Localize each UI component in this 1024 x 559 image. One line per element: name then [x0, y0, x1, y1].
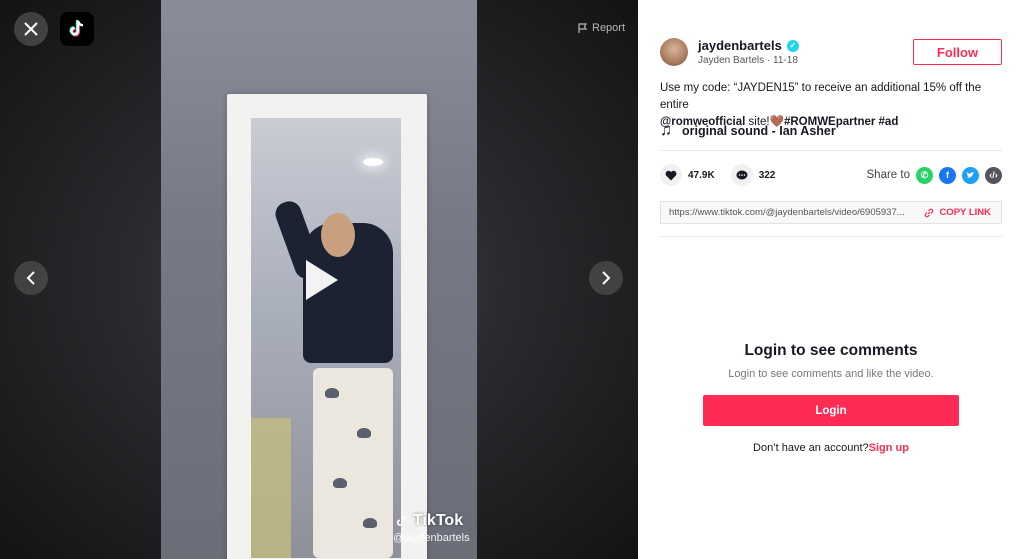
video-player[interactable]: TikTok @jaydenbartels: [161, 0, 477, 559]
description-text: Use my code: “JAYDEN15” to receive an ad…: [660, 82, 982, 111]
whatsapp-icon[interactable]: ✆: [916, 166, 933, 184]
divider: [660, 236, 1002, 237]
no-account-text: Don’t have an account?: [753, 442, 869, 454]
signup-link[interactable]: Sign up: [869, 442, 909, 454]
divider: [660, 150, 1002, 151]
share-link-url[interactable]: https://www.tiktok.com/@jaydenbartels/vi…: [661, 207, 914, 218]
chevron-left-icon: [26, 271, 35, 285]
link-icon: [925, 208, 934, 217]
watermark-logo: TikTok: [393, 512, 470, 530]
share-label: Share to: [866, 169, 910, 181]
author-row: jaydenbartels ✓ Jayden Bartels · 11-18 F…: [660, 38, 1002, 66]
report-label: Report: [592, 22, 626, 34]
video-frame-mirror: [227, 94, 427, 559]
tiktok-watermark: TikTok @jaydenbartels: [393, 512, 470, 544]
like-count: 47.9K: [688, 169, 715, 181]
twitter-icon[interactable]: [962, 166, 979, 184]
share-group: Share to ✆ f ‹/›: [866, 166, 1002, 184]
flag-icon: [578, 22, 588, 33]
video-frame-lamp: [363, 158, 383, 166]
watermark-brand: TikTok: [413, 512, 464, 529]
login-subtitle: Login to see comments and like the video…: [728, 368, 934, 380]
login-button[interactable]: Login: [703, 395, 959, 426]
report-button[interactable]: Report: [578, 22, 625, 34]
close-button[interactable]: [14, 12, 48, 46]
engagement-row: 47.9K 322 Share to ✆ f ‹/›: [660, 164, 1002, 186]
copy-link-label: COPY LINK: [939, 207, 991, 218]
username-text: jaydenbartels: [698, 38, 782, 53]
tiktok-logo[interactable]: [60, 12, 94, 46]
comment-icon: [730, 164, 753, 186]
copy-link-button[interactable]: COPY LINK: [914, 207, 1001, 218]
music-note-icon: ♫: [660, 122, 672, 139]
embed-code-icon[interactable]: ‹/›: [985, 166, 1002, 184]
verified-badge-icon: ✓: [786, 39, 799, 52]
video-frame-bed: [251, 418, 291, 558]
author-display-name: Jayden Bartels: [698, 55, 765, 66]
butterfly-print: [363, 518, 377, 528]
next-video-button[interactable]: [589, 261, 623, 295]
author-subline: Jayden Bartels · 11-18: [698, 55, 913, 66]
post-date: 11-18: [773, 55, 798, 66]
sound-link[interactable]: ♫ original sound - Ian Asher: [660, 122, 836, 140]
signup-line: Don’t have an account?Sign up: [638, 442, 1024, 454]
comment-stat[interactable]: 322: [730, 164, 776, 186]
close-icon: [24, 22, 38, 36]
butterfly-print: [325, 388, 339, 398]
video-frame-pants: [313, 368, 393, 558]
video-frame-reflection: [251, 118, 401, 558]
like-stat[interactable]: 47.9K: [660, 164, 715, 186]
video-frame-head: [321, 213, 355, 257]
tiktok-logo-icon: [69, 19, 84, 37]
chevron-right-icon: [602, 271, 611, 285]
comment-count: 322: [758, 169, 776, 181]
tiktok-note-icon: [396, 514, 407, 526]
details-panel: jaydenbartels ✓ Jayden Bartels · 11-18 F…: [638, 0, 1024, 559]
login-title: Login to see comments: [744, 342, 918, 359]
author-username[interactable]: jaydenbartels ✓: [698, 38, 913, 53]
facebook-icon[interactable]: f: [939, 166, 956, 184]
previous-video-button[interactable]: [14, 261, 48, 295]
hashtag-link[interactable]: #ad: [875, 116, 899, 128]
share-link-box: https://www.tiktok.com/@jaydenbartels/vi…: [660, 201, 1002, 224]
sound-title: original sound - Ian Asher: [682, 124, 836, 138]
author-info: jaydenbartels ✓ Jayden Bartels · 11-18: [698, 38, 913, 66]
heart-icon: [660, 164, 682, 186]
butterfly-print: [357, 428, 371, 438]
play-icon[interactable]: [306, 260, 338, 300]
follow-button[interactable]: Follow: [913, 39, 1002, 65]
watermark-handle: @jaydenbartels: [393, 532, 470, 544]
butterfly-print: [333, 478, 347, 488]
avatar[interactable]: [660, 38, 688, 66]
video-stage: TikTok @jaydenbartels Report: [0, 0, 638, 559]
login-prompt: Login to see comments Login to see comme…: [638, 342, 1024, 454]
